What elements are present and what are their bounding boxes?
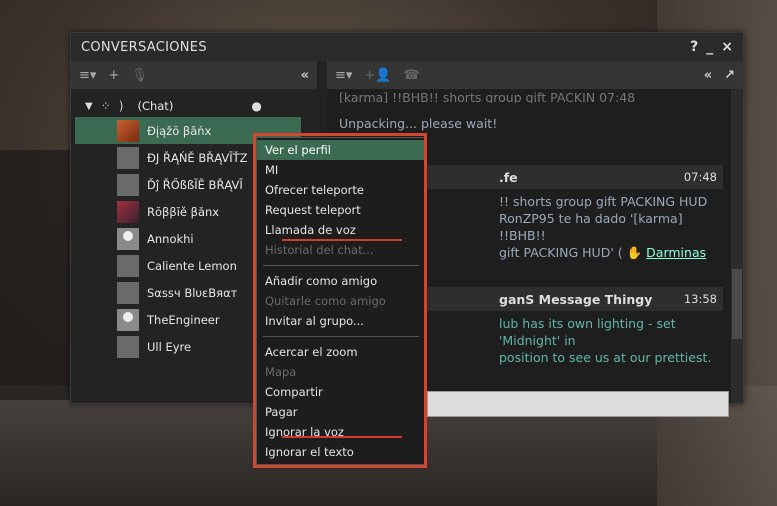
microphone-icon[interactable]: 🎙 (131, 68, 148, 83)
message-line: lub has its own lighting - set 'Midnight… (499, 316, 676, 348)
underline-annotation (282, 239, 402, 241)
message-line: !! shorts group gift PACKING HUD (499, 194, 708, 209)
contact-name: Ďĵ ŘŐßßĬĚ ΒŘĄVĪ (147, 177, 243, 192)
object-icon: ✋ (626, 245, 643, 260)
avatar (117, 173, 139, 196)
contact-name: TheEngineer (147, 312, 220, 327)
nearby-chat-icon: ⁘ (100, 99, 111, 113)
highlight-annotation-box (253, 133, 427, 468)
expand-icon[interactable]: ↗ (724, 68, 735, 83)
avatar (117, 227, 139, 250)
scrollbar-thumb[interactable] (732, 269, 742, 339)
message-line: position to see us at our prettiest. (499, 350, 712, 365)
collapse-icon[interactable]: « (301, 68, 309, 83)
contact-name: Rŏββĭě βănx (147, 204, 220, 219)
voice-icon: ) (118, 99, 124, 113)
call-icon[interactable]: ☎ (404, 68, 420, 83)
avatar (117, 308, 139, 331)
window-title: CONVERSACIONES (81, 39, 207, 55)
contact-name: Sαssч BlυεBяαт (147, 285, 238, 300)
help-button[interactable]: ? (690, 39, 698, 55)
avatar (117, 146, 139, 169)
add-participant-icon[interactable]: +👤 (364, 68, 391, 83)
contact-name: Annokhi (147, 231, 194, 246)
avatar (117, 335, 139, 358)
contact-name: Ull Eyre (147, 339, 192, 354)
view-menu-icon[interactable]: ≡▾ (79, 68, 96, 83)
chat-scrollbar[interactable] (731, 89, 743, 403)
titlebar: CONVERSACIONES ? _ × (71, 33, 743, 61)
avatar (117, 119, 139, 142)
message-time: 13:58 (683, 292, 717, 306)
conversation-toolbar: ≡▾ +👤 ☎ « ↗ (327, 61, 743, 89)
message-time: 07:48 (683, 170, 717, 184)
inventory-link[interactable]: Darminas (646, 245, 706, 260)
message-line: RonZP95 te ha dado '[karma] !!BHB!! (499, 211, 683, 243)
expand-triangle-icon[interactable]: ▼ (85, 101, 93, 112)
contact-name: Ðįąžŏ βăńx (147, 123, 212, 138)
chat-input[interactable] (427, 391, 729, 417)
avatar (117, 254, 139, 277)
contact-name: Caliente Lemon (147, 258, 237, 273)
contact-name: ÐJ ŘĄŃĚ BŘĄVĪŤZ (147, 150, 248, 165)
scene-shadow (0, 150, 70, 400)
collapse-icon[interactable]: « (704, 68, 712, 83)
minimize-button[interactable]: _ (706, 39, 713, 55)
message-text: [karma] !!BHB!! shorts group gift PACKIN… (339, 90, 636, 103)
message-line: gift PACKING HUD' ( ✋ Darminas (499, 245, 707, 260)
chat-group-row[interactable]: ▼ ⁘ ) (Chat) ● (71, 95, 317, 117)
avatar (117, 281, 139, 304)
group-label: (Chat) (137, 99, 174, 113)
message-top: [karma] !!BHB!! shorts group gift PACKIN… (333, 89, 723, 103)
underline-annotation (282, 436, 402, 438)
add-icon[interactable]: + (108, 68, 119, 83)
status-dot-icon: ● (251, 99, 262, 113)
conversation-menu-icon[interactable]: ≡▾ (335, 68, 352, 83)
close-button[interactable]: × (721, 39, 733, 55)
avatar (117, 200, 139, 223)
contacts-toolbar: ≡▾ + 🎙 « (71, 61, 317, 89)
